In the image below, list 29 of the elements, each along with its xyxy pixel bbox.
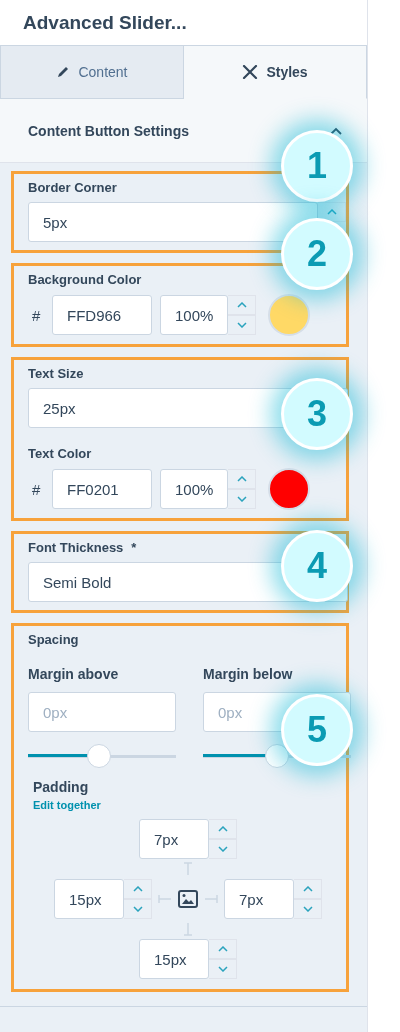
tab[interactable]: Content	[0, 46, 184, 99]
field-label: Margin below	[203, 666, 294, 682]
field-label: Text Color	[28, 446, 93, 461]
field-label: Spacing	[28, 632, 80, 647]
hash-prefix: #	[31, 306, 42, 324]
number-input[interactable]: 100%	[160, 295, 228, 335]
hash-prefix: #	[31, 480, 42, 498]
number-callout-tooltip: 2	[281, 218, 353, 290]
hex-input[interactable]: FFD966	[52, 295, 152, 335]
field-label: Border Corner	[28, 180, 118, 195]
section-title: Content Button Settings	[28, 122, 189, 139]
field-label: Font Thickness	[28, 540, 124, 555]
number-input[interactable]: 100%	[160, 469, 228, 509]
field-label: Text Size	[28, 366, 85, 381]
tab[interactable]: Styles	[184, 46, 367, 99]
hex-input[interactable]: FF0201	[52, 469, 152, 509]
number-callout-tooltip: 4	[281, 530, 353, 602]
number-callout-tooltip: 1	[281, 130, 353, 202]
number-callout-tooltip: 3	[281, 378, 353, 450]
number-input[interactable]: 15px	[54, 879, 124, 919]
field-label: Padding	[33, 779, 90, 795]
field-label: Margin above	[28, 666, 120, 682]
margin-input[interactable]: 0px	[28, 692, 176, 732]
number-input[interactable]: 7px	[139, 819, 209, 859]
required-mark: *	[131, 540, 137, 555]
number-input[interactable]: 7px	[224, 879, 294, 919]
panel-title: Advanced Slider...	[23, 11, 187, 34]
number-input[interactable]: 15px	[139, 939, 209, 979]
field-label: Background Color	[28, 272, 143, 287]
